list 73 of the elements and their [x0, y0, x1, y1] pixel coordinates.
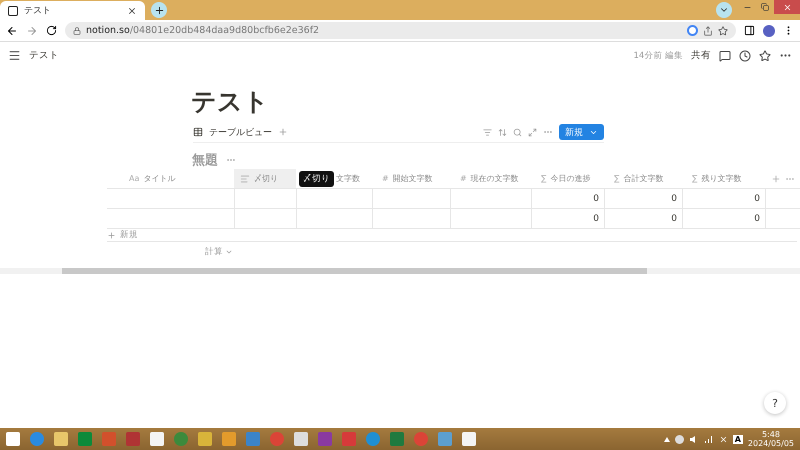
property-type-icon: # — [382, 174, 389, 183]
column-label: 残り文字数 — [701, 173, 742, 184]
sort-icon[interactable] — [498, 128, 507, 136]
table-cell — [765, 189, 800, 209]
lines-icon — [240, 174, 250, 184]
column-header[interactable]: ∑ 残り文字数 — [682, 169, 765, 189]
input-method-indicator[interactable]: A — [732, 434, 743, 444]
column-header[interactable]: # 現在の文字数 — [450, 169, 531, 189]
table-cell — [234, 209, 296, 229]
table-icon — [193, 127, 203, 137]
property-type-icon: ∑ — [541, 174, 546, 183]
signal-icon[interactable] — [704, 434, 714, 444]
property-type-icon: ∑ — [614, 174, 620, 183]
add-row-button[interactable]: 新規 — [120, 229, 138, 241]
property-type-icon: # — [460, 174, 467, 183]
table-cell: 0 — [682, 189, 765, 209]
menu-icon[interactable] — [8, 49, 21, 62]
browser-tab[interactable]: テスト — [0, 1, 145, 20]
column-header[interactable]: ∑ 合計文字数 — [604, 169, 682, 189]
help-button[interactable]: ? — [764, 392, 786, 414]
breadcrumb[interactable]: テスト — [29, 49, 59, 62]
add-icon[interactable] — [771, 174, 781, 184]
expand-icon[interactable] — [528, 128, 537, 136]
column-header[interactable]: 〆切り — [234, 169, 296, 189]
close-icon[interactable] — [127, 6, 137, 16]
column-label: 文字数 — [336, 173, 360, 184]
clock-icon[interactable] — [739, 50, 751, 62]
table-cell: 0 — [604, 209, 682, 229]
clock[interactable]: 5:48 2024/05/05 — [748, 430, 794, 448]
tab-search-button[interactable] — [716, 2, 732, 18]
table-cell: 0 — [604, 189, 682, 209]
caret-icon[interactable] — [664, 436, 670, 442]
share-icon[interactable] — [703, 26, 713, 36]
comment-icon[interactable] — [719, 50, 731, 62]
calculate-button[interactable]: 計算 — [205, 246, 223, 258]
database-title: 無題 — [192, 152, 218, 169]
search-icon[interactable] — [513, 128, 522, 136]
star-icon[interactable] — [718, 26, 728, 36]
page-title: テスト — [191, 86, 270, 118]
table-cell: 0 — [531, 189, 604, 209]
column-header[interactable]: ∑ 今日の進捗 — [531, 169, 604, 189]
side-panel-icon[interactable] — [744, 25, 755, 36]
column-label: 〆切り — [254, 173, 278, 184]
star-icon[interactable] — [759, 50, 771, 62]
forward-icon[interactable] — [26, 24, 38, 36]
column-header[interactable]: # 開始文字数 — [372, 169, 450, 189]
table-cell — [234, 189, 296, 209]
property-type-icon: Aa — [129, 174, 140, 183]
scrollbar-thumb[interactable] — [62, 268, 647, 274]
table-cell — [765, 209, 800, 229]
column-label: 今日の進捗 — [550, 173, 590, 184]
add-icon[interactable] — [278, 127, 288, 137]
column-label: 現在の文字数 — [470, 173, 519, 184]
table-cell: 0 — [531, 209, 604, 229]
property-type-icon: ∑ — [692, 174, 698, 183]
url-text: notion.so/04801e20db484daa9d80bcfb6e2e36f2 — [86, 25, 320, 36]
edited-time: 14分前 編集 — [633, 50, 683, 62]
restore-icon[interactable] — [761, 3, 769, 11]
back-icon[interactable] — [6, 24, 18, 36]
filter-icon[interactable] — [483, 128, 492, 136]
share-button[interactable]: 共有 — [691, 49, 711, 62]
tab-title: テスト — [24, 5, 51, 17]
column-label: タイトル — [143, 173, 176, 184]
table-cell: 0 — [682, 209, 765, 229]
avatar[interactable] — [763, 24, 775, 36]
new-button[interactable]: 新規 — [559, 124, 604, 140]
view-tab[interactable]: テーブルビュー — [209, 126, 272, 138]
address-bar[interactable]: notion.so/04801e20db484daa9d80bcfb6e2e36f2 — [65, 22, 736, 39]
reload-icon[interactable] — [46, 25, 57, 36]
lock-icon — [73, 26, 81, 34]
column-label: 開始文字数 — [392, 173, 433, 184]
column-label: 合計文字数 — [623, 173, 664, 184]
tooltip: 〆切り — [299, 171, 334, 187]
